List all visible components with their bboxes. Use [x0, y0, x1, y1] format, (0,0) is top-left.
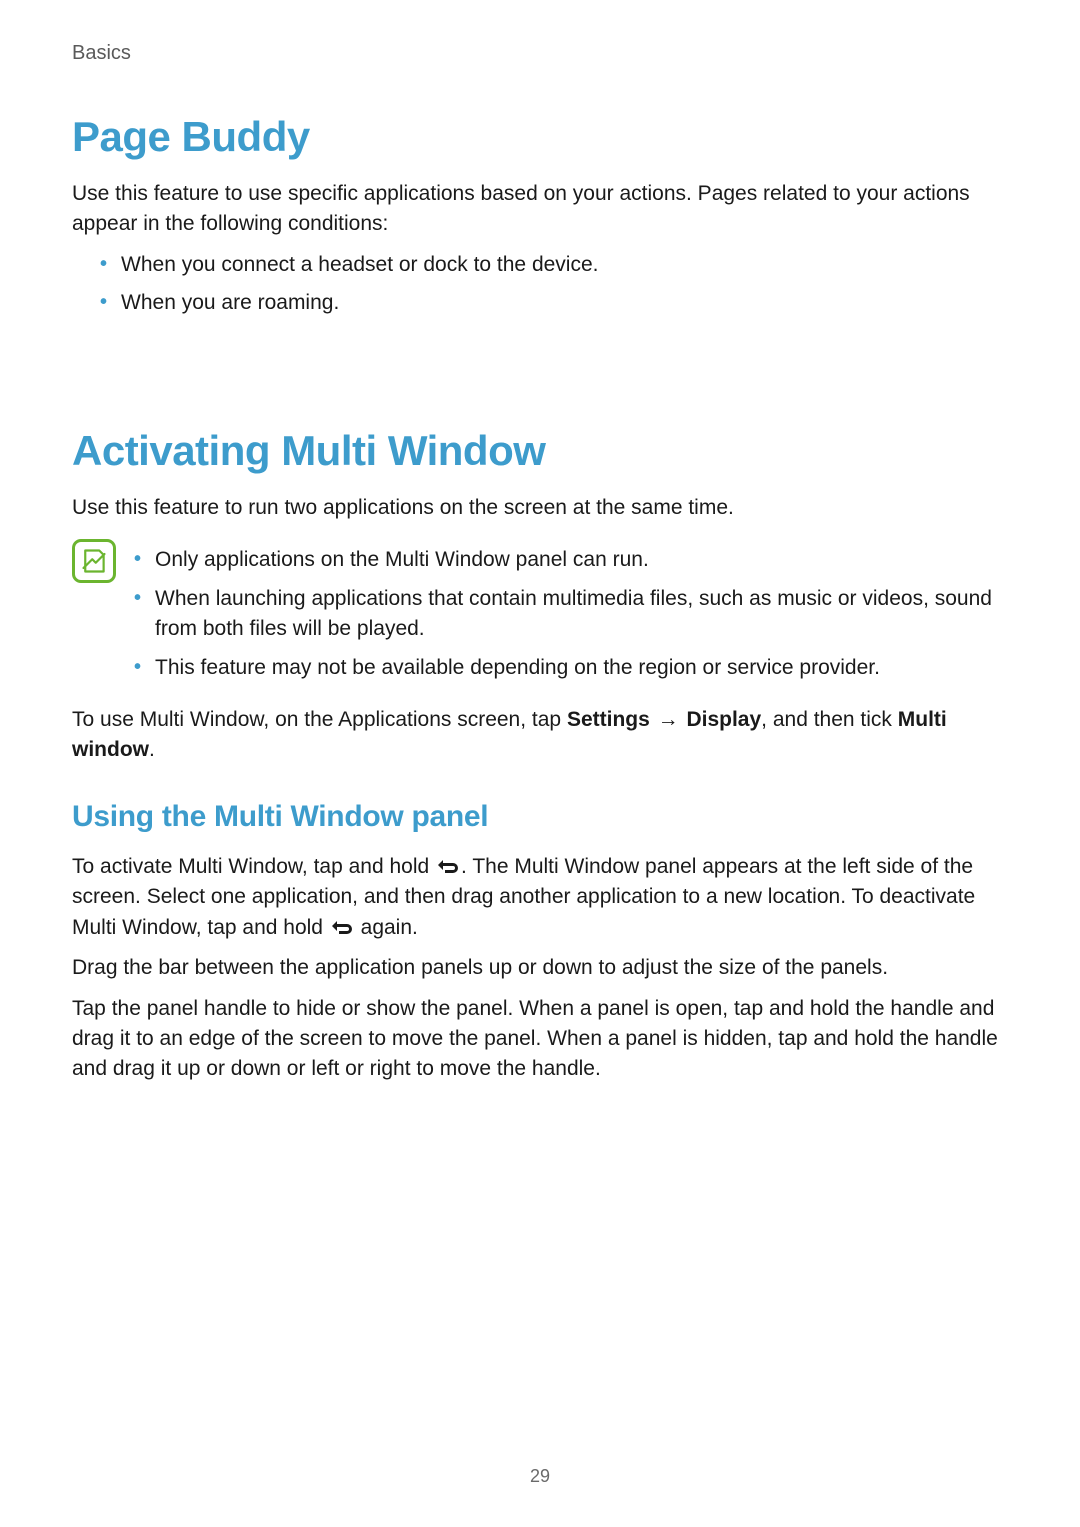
using-panel-p3: Tap the panel handle to hide or show the… [72, 994, 1008, 1085]
settings-label: Settings [567, 708, 650, 731]
note-bullet-list: • Only applications on the Multi Window … [134, 537, 1008, 691]
note-icon [72, 539, 116, 583]
list-item: • When you connect a headset or dock to … [100, 250, 1008, 280]
bullet-text: Only applications on the Multi Window pa… [155, 545, 649, 575]
bullet-icon: • [100, 250, 107, 279]
list-item: • This feature may not be available depe… [134, 653, 1008, 683]
list-item: • When you are roaming. [100, 288, 1008, 318]
heading-page-buddy: Page Buddy [72, 113, 1008, 161]
using-panel-p1: To activate Multi Window, tap and hold .… [72, 852, 1008, 943]
page-number: 29 [0, 1466, 1080, 1487]
bullet-icon: • [100, 288, 107, 317]
bullet-text: When launching applications that contain… [155, 584, 1008, 645]
bullet-icon: • [134, 584, 141, 613]
page-buddy-intro: Use this feature to use specific applica… [72, 179, 1008, 240]
note-block: • Only applications on the Multi Window … [72, 537, 1008, 691]
bullet-text: When you connect a headset or dock to th… [121, 250, 598, 280]
breadcrumb: Basics [72, 42, 1008, 65]
heading-using-multi-window-panel: Using the Multi Window panel [72, 800, 1008, 834]
back-icon [329, 917, 355, 935]
bullet-icon: • [134, 545, 141, 574]
arrow-icon: → [656, 705, 681, 735]
display-label: Display [686, 708, 761, 731]
p1-part-a: To activate Multi Window, tap and hold [72, 855, 435, 878]
heading-activating-multi-window: Activating Multi Window [72, 427, 1008, 475]
p1-part-c: again. [355, 916, 418, 939]
bullet-text: When you are roaming. [121, 288, 339, 318]
multi-window-intro: Use this feature to run two applications… [72, 493, 1008, 523]
page-buddy-bullets: • When you connect a headset or dock to … [100, 250, 1008, 319]
bullet-icon: • [134, 653, 141, 682]
back-icon [435, 856, 461, 874]
multi-window-instruction: To use Multi Window, on the Applications… [72, 705, 1008, 766]
instruction-mid: , and then tick [761, 708, 898, 731]
bullet-text: This feature may not be available depend… [155, 653, 880, 683]
list-item: • Only applications on the Multi Window … [134, 545, 1008, 575]
list-item: • When launching applications that conta… [134, 584, 1008, 645]
using-panel-p2: Drag the bar between the application pan… [72, 953, 1008, 983]
instruction-pre: To use Multi Window, on the Applications… [72, 708, 567, 731]
instruction-post: . [149, 738, 155, 761]
